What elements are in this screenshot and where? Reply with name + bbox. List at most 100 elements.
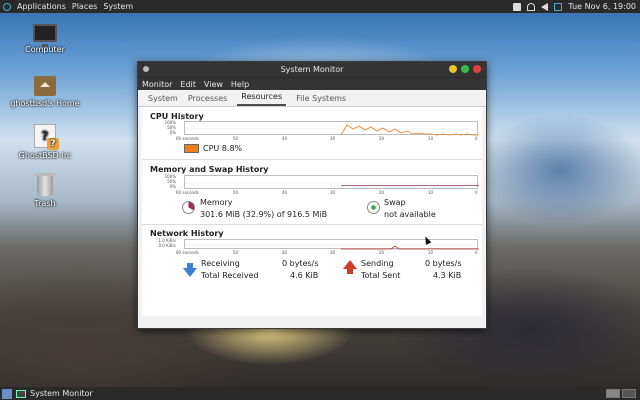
- tab-processes[interactable]: Processes: [188, 94, 227, 106]
- network-sending-line: [341, 245, 479, 250]
- total-received-value: 4.6 KiB: [290, 271, 319, 280]
- memory-xtick: 60 seconds: [176, 190, 199, 195]
- desktop-icon-label: Trash: [34, 199, 56, 208]
- tab-file-systems[interactable]: File Systems: [296, 94, 346, 106]
- bottom-panel: System Monitor: [0, 387, 640, 400]
- swap-pie-icon[interactable]: [367, 201, 380, 214]
- system-monitor-window: System Monitor Monitor Edit View Help Sy…: [137, 61, 487, 329]
- memory-xtick: 0: [475, 190, 478, 195]
- memory-history-title: Memory and Swap History: [150, 165, 269, 174]
- menu-system[interactable]: System: [103, 2, 133, 11]
- network-xtick: 50: [233, 250, 239, 255]
- memory-pie-icon[interactable]: [182, 201, 195, 214]
- total-sent-value: 4.3 KiB: [433, 271, 462, 280]
- desktop-icon-computer[interactable]: Computer: [0, 24, 90, 54]
- workspace-1[interactable]: [606, 389, 620, 398]
- taskbar-item-system-monitor[interactable]: System Monitor: [16, 389, 93, 398]
- window-title: System Monitor: [280, 65, 344, 74]
- total-received-label: Total Received: [201, 271, 259, 280]
- window-menubar: Monitor Edit View Help: [138, 77, 486, 90]
- cpu-xtick: 10: [428, 136, 434, 141]
- desktop-icon-trash[interactable]: Trash: [0, 173, 90, 208]
- trash-icon: [35, 173, 55, 196]
- receiving-label: Receiving: [201, 259, 240, 268]
- close-button[interactable]: [473, 65, 481, 73]
- tray-app-icon[interactable]: [513, 2, 522, 11]
- tab-system[interactable]: System: [148, 94, 178, 106]
- receiving-value: 0 bytes/s: [282, 259, 319, 268]
- cpu-graph-svg: [185, 124, 479, 136]
- swap-label: Swap: [384, 198, 406, 207]
- network-ytick: 0.0 KiB/s: [158, 243, 176, 248]
- desktop-icon-home[interactable]: ghostbsd's Home: [0, 76, 90, 108]
- system-monitor-icon: [16, 389, 26, 398]
- cpu-xtick: 40: [282, 136, 288, 141]
- sending-arrow-icon[interactable]: [343, 260, 357, 274]
- memory-graph: [184, 175, 479, 189]
- cpu-series-line: [340, 124, 479, 136]
- cpu-color-swatch[interactable]: [184, 144, 199, 153]
- memory-xtick: 40: [282, 190, 288, 195]
- cpu-xtick: 30: [330, 136, 336, 141]
- menu-edit[interactable]: Edit: [180, 80, 196, 89]
- show-desktop-icon[interactable]: [2, 388, 12, 399]
- receiving-arrow-icon[interactable]: [183, 263, 197, 277]
- computer-icon: [33, 24, 57, 47]
- memory-label: Memory: [200, 198, 233, 207]
- network-xtick: 30: [330, 250, 336, 255]
- cpu-graph: [184, 121, 479, 136]
- home-folder-icon: [34, 76, 56, 96]
- total-sent-label: Total Sent: [361, 271, 401, 280]
- cpu-xtick: 0: [475, 136, 478, 141]
- network-xtick: 0: [475, 250, 478, 255]
- cpu-xtick: 20: [379, 136, 385, 141]
- top-panel: Applications Places System Tue Nov 6, 19…: [0, 0, 640, 13]
- network-graph-svg: [185, 244, 479, 250]
- desktop-icon-label: ghostbsd's Home: [10, 99, 80, 108]
- network-icon[interactable]: [527, 2, 536, 11]
- desktop-icon-label: GhostBSD-irc: [18, 151, 72, 160]
- workspace-2[interactable]: [622, 389, 636, 398]
- resources-panel: CPU History 100% 50% 0% 60 seconds 50 40…: [142, 107, 482, 316]
- memory-graph-svg: [185, 182, 479, 186]
- network-history-title: Network History: [150, 229, 224, 238]
- ghostbsd-logo-icon[interactable]: [3, 2, 11, 11]
- memory-ytick: 0%: [169, 184, 176, 189]
- tab-resources[interactable]: Resources: [237, 92, 287, 106]
- sending-label: Sending: [361, 259, 394, 268]
- cpu-xtick: 60 seconds: [176, 136, 199, 141]
- desktop-icon-irc[interactable]: ? GhostBSD-irc: [0, 124, 90, 160]
- cpu-ytick: 0%: [169, 130, 176, 135]
- network-xtick: 20: [379, 250, 385, 255]
- tab-bar: System Processes Resources File Systems: [138, 90, 486, 107]
- sending-value: 0 bytes/s: [425, 259, 462, 268]
- calendar-icon: [554, 2, 563, 11]
- network-xtick: 10: [428, 250, 434, 255]
- menu-applications[interactable]: Applications: [17, 2, 66, 11]
- workspace-switcher: [606, 389, 636, 398]
- cpu-xtick: 50: [233, 136, 239, 141]
- section-divider: [142, 224, 482, 225]
- menu-view[interactable]: View: [204, 80, 223, 89]
- menu-help[interactable]: Help: [231, 80, 249, 89]
- minimize-button[interactable]: [449, 65, 457, 73]
- clock[interactable]: Tue Nov 6, 19:00: [568, 2, 636, 11]
- menu-monitor[interactable]: Monitor: [142, 80, 172, 89]
- irc-icon: ?: [34, 124, 59, 150]
- network-xtick: 60 seconds: [176, 250, 199, 255]
- memory-xtick: 10: [428, 190, 434, 195]
- memory-xtick: 20: [379, 190, 385, 195]
- window-menu-icon[interactable]: [143, 66, 149, 72]
- window-titlebar[interactable]: System Monitor: [138, 62, 486, 77]
- cpu-usage-label: CPU 8.8%: [203, 144, 243, 153]
- section-divider: [142, 159, 482, 160]
- volume-icon[interactable]: [541, 2, 549, 11]
- maximize-button[interactable]: [461, 65, 469, 73]
- swap-value: not available: [384, 210, 436, 219]
- network-xtick: 40: [282, 250, 288, 255]
- menu-places[interactable]: Places: [72, 2, 97, 11]
- taskbar-item-label: System Monitor: [30, 389, 93, 398]
- memory-xtick: 50: [233, 190, 239, 195]
- memory-value: 301.6 MiB (32.9%) of 916.5 MiB: [200, 210, 328, 219]
- system-tray: Tue Nov 6, 19:00: [513, 0, 636, 13]
